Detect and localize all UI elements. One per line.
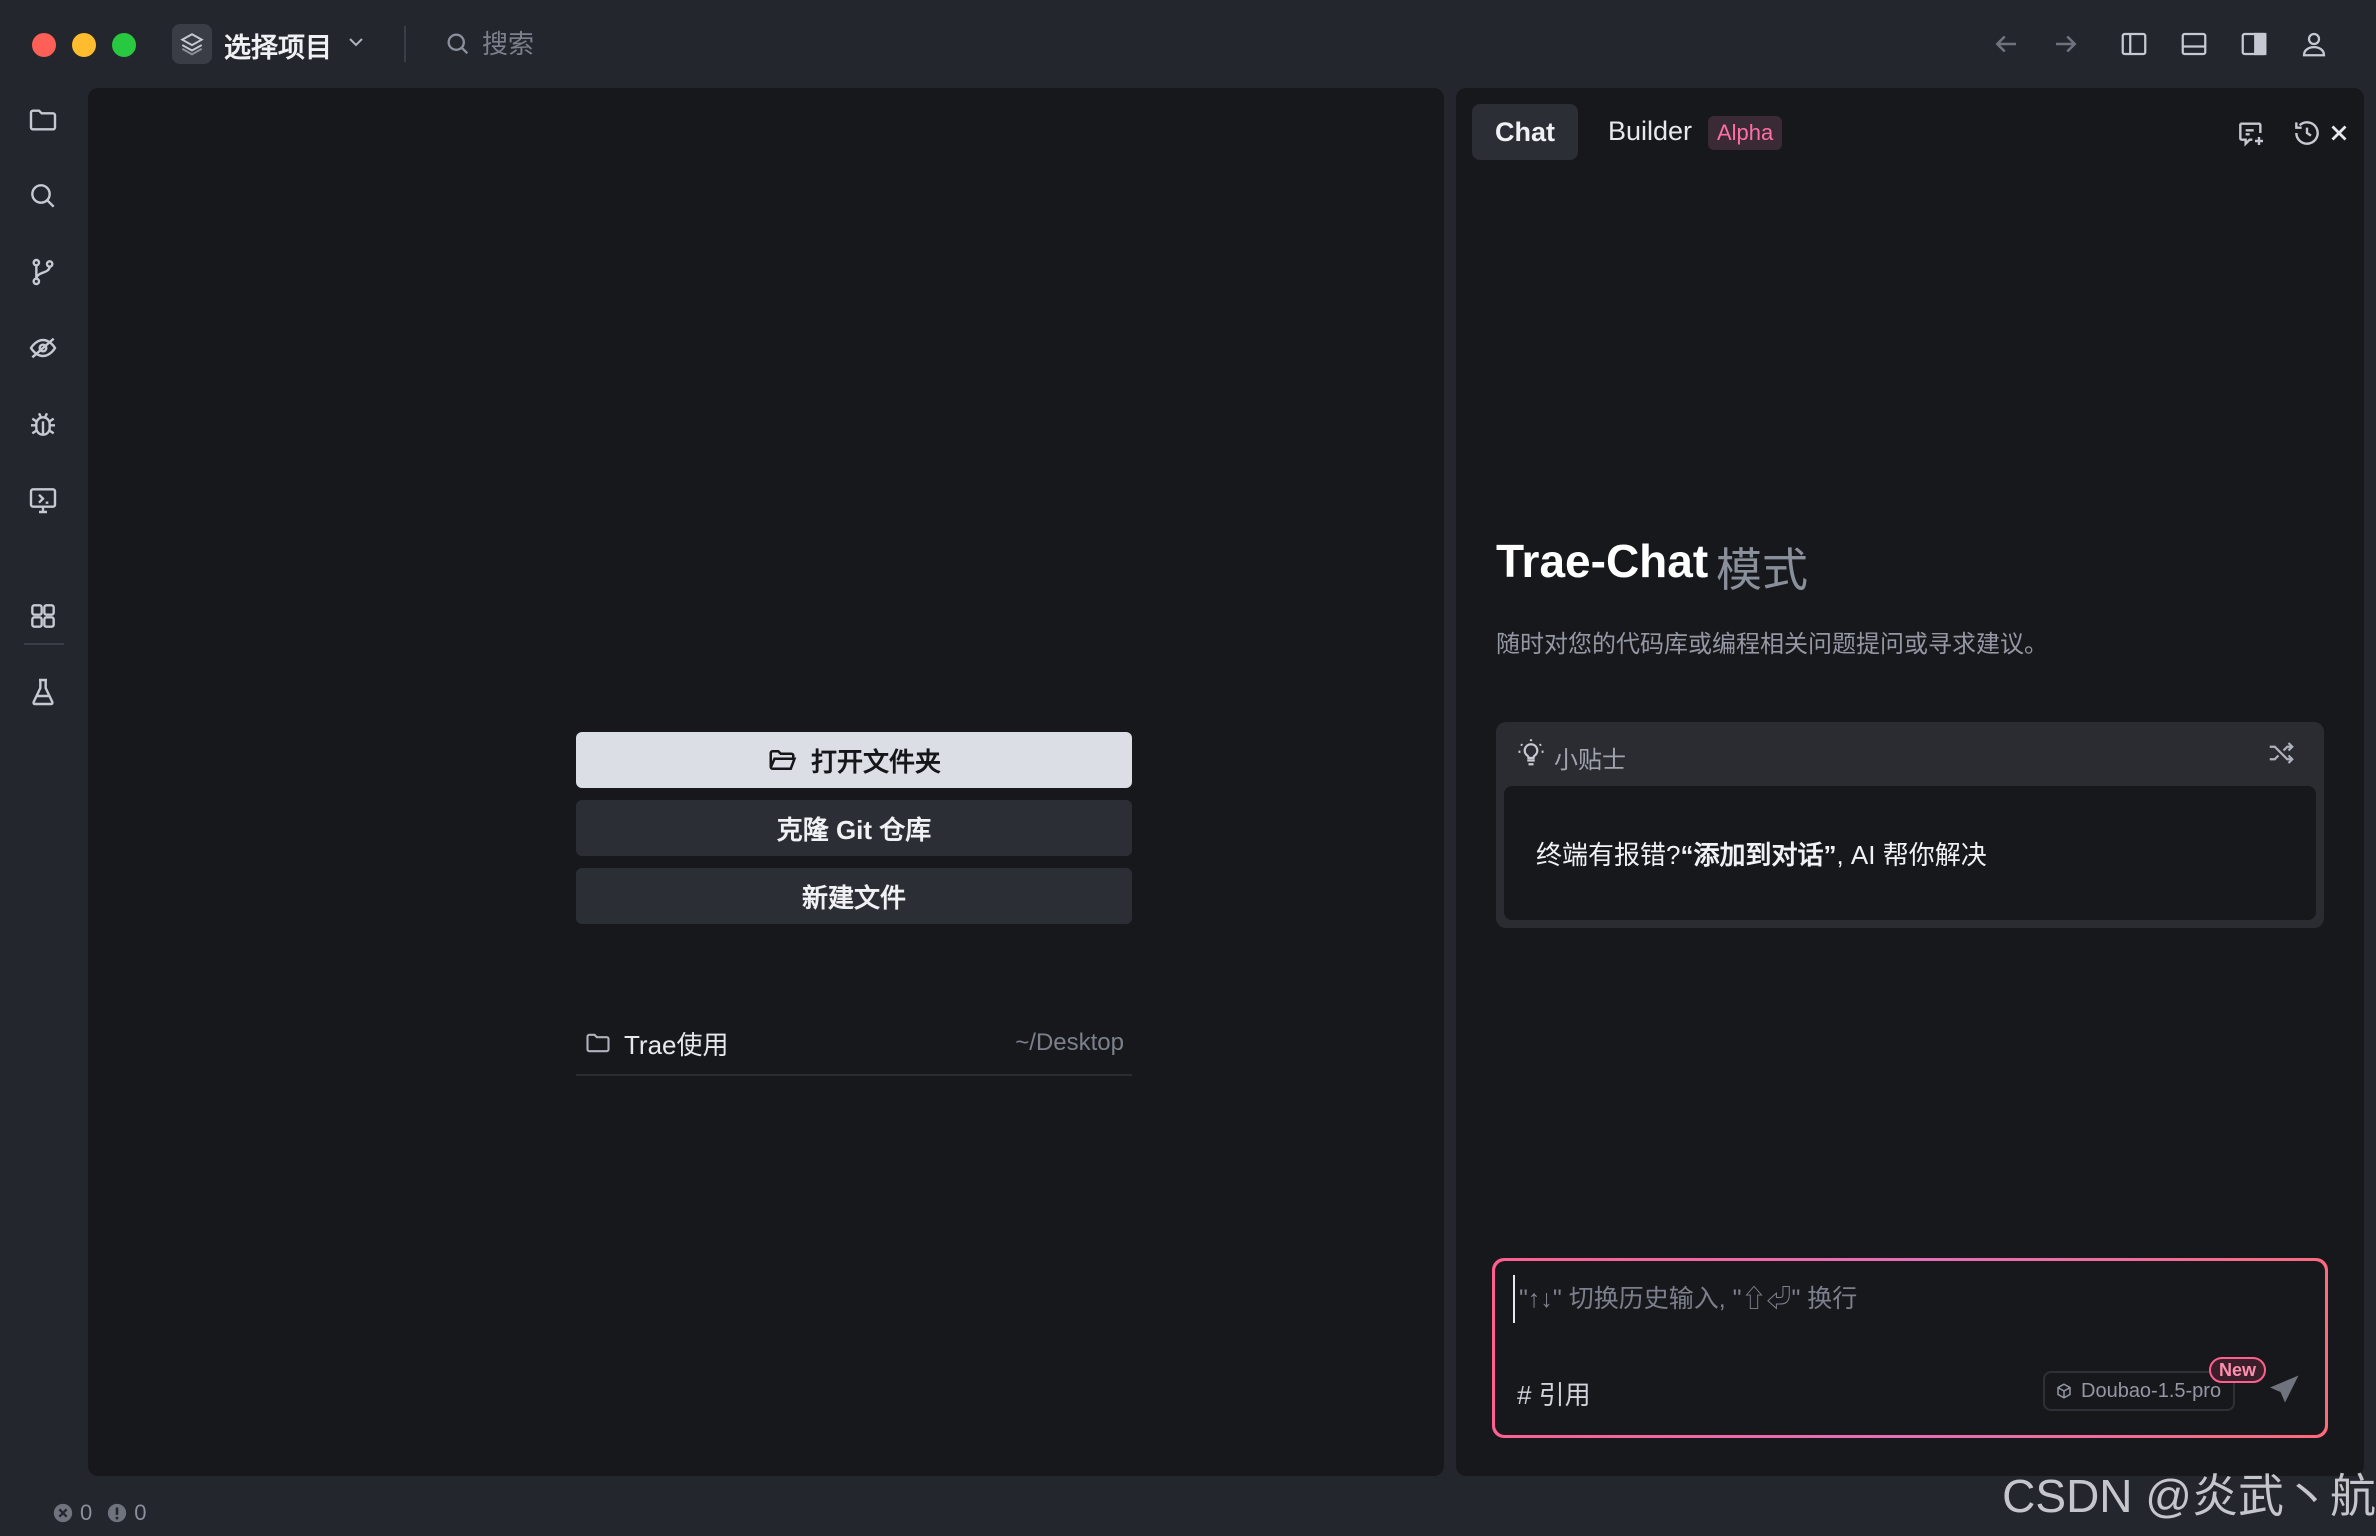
arrow-left-icon[interactable] xyxy=(1988,26,2024,62)
tab-chat[interactable]: Chat xyxy=(1472,104,1578,160)
chat-panel: Chat Builder Alpha Trae-Chat 模式 随时对您的代码库… xyxy=(1456,88,2364,1476)
problems-indicator[interactable]: 0 0 xyxy=(52,1500,147,1526)
close-icon[interactable] xyxy=(2320,114,2358,152)
tab-builder[interactable]: Builder xyxy=(1608,116,1692,147)
maximize-window-button[interactable] xyxy=(112,33,136,57)
tips-text-after: , AI 帮你解决 xyxy=(1836,839,1987,870)
chat-mode-title-suffix: 模式 xyxy=(1716,544,1808,596)
clone-git-label: 克隆 Git 仓库 xyxy=(776,814,932,845)
watermark: CSDN @炎武丶航 xyxy=(2002,1470,2376,1522)
chat-mode-description: 随时对您的代码库或编程相关问题提问或寻求建议。 xyxy=(1496,631,2048,658)
editor-welcome-panel: 打开文件夹 克隆 Git 仓库 新建文件 Trae使用 ~/Desktop xyxy=(88,88,1444,1476)
remote-eye-icon[interactable] xyxy=(23,328,63,368)
user-icon[interactable] xyxy=(2296,26,2332,62)
toggle-left-sidebar-icon[interactable] xyxy=(2116,26,2152,62)
arrow-right-icon[interactable] xyxy=(2048,26,2084,62)
recent-project-path: ~/Desktop xyxy=(1015,1029,1124,1056)
toggle-right-sidebar-icon[interactable] xyxy=(2236,26,2272,62)
open-folder-button[interactable]: 打开文件夹 xyxy=(576,732,1132,788)
alpha-badge: Alpha xyxy=(1708,116,1783,150)
open-folder-label: 打开文件夹 xyxy=(810,746,941,777)
testing-flask-icon[interactable] xyxy=(23,672,63,712)
close-window-button[interactable] xyxy=(32,33,56,57)
error-icon xyxy=(53,1503,73,1523)
extensions-grid-icon[interactable] xyxy=(23,596,63,636)
clone-git-button[interactable]: 克隆 Git 仓库 xyxy=(576,800,1132,856)
new-file-button[interactable]: 新建文件 xyxy=(576,868,1132,924)
folder-open-icon xyxy=(769,750,797,770)
tab-chat-label: Chat xyxy=(1495,116,1555,147)
reference-button[interactable]: # 引用 xyxy=(1517,1375,1591,1412)
tips-text-before: 终端有报错? xyxy=(1536,839,1681,870)
model-name: Doubao-1.5-pro xyxy=(2081,1379,2222,1402)
toggle-bottom-panel-icon[interactable] xyxy=(2176,26,2212,62)
tips-body: 终端有报错?“添加到对话”, AI 帮你解决 xyxy=(1504,786,2316,920)
remote-screen-icon[interactable] xyxy=(23,480,63,520)
tips-card: 小贴士 终端有报错?“添加到对话”, AI 帮你解决 xyxy=(1496,722,2324,928)
error-count: 0 xyxy=(80,1500,93,1525)
chat-mode-title: Trae-Chat xyxy=(1496,535,1709,587)
tips-header: 小贴士 xyxy=(1554,747,1626,774)
divider xyxy=(24,643,64,645)
explorer-folder-icon[interactable] xyxy=(23,100,63,140)
source-control-branch-icon[interactable] xyxy=(23,252,63,292)
new-chat-icon[interactable] xyxy=(2232,114,2270,152)
tips-text: 终端有报错?“添加到对话”, AI 帮你解决 xyxy=(1536,835,1987,872)
chat-input-box: # 引用 Doubao-1.5-pro New xyxy=(1492,1258,2328,1438)
search-icon[interactable] xyxy=(23,176,63,216)
search-icon xyxy=(444,30,472,58)
new-file-label: 新建文件 xyxy=(801,882,906,913)
lightbulb-icon xyxy=(1516,738,1546,768)
new-badge: New xyxy=(2209,1357,2267,1383)
minimize-window-button[interactable] xyxy=(72,33,96,57)
recent-project-name: Trae使用 xyxy=(624,1029,729,1060)
project-selector-label[interactable]: 选择项目 xyxy=(224,26,332,65)
folder-icon xyxy=(586,1033,610,1053)
status-bar: 0 0 CSDN @炎武丶航 xyxy=(0,1470,2376,1536)
shuffle-icon[interactable] xyxy=(2266,738,2296,768)
chat-input-inner: # 引用 Doubao-1.5-pro New xyxy=(1495,1261,2325,1435)
chevron-down-icon[interactable] xyxy=(344,30,368,54)
layers-icon[interactable] xyxy=(172,24,212,64)
warning-count: 0 xyxy=(134,1500,147,1525)
search-input[interactable] xyxy=(482,24,882,64)
tips-text-emphasis: “添加到对话” xyxy=(1680,839,1837,870)
model-selector[interactable]: Doubao-1.5-pro xyxy=(2043,1371,2236,1411)
send-icon[interactable] xyxy=(2267,1371,2303,1407)
title-bar: 选择项目 xyxy=(0,0,2376,88)
activity-bar xyxy=(0,88,86,1488)
chat-input[interactable] xyxy=(1513,1275,2303,1323)
divider xyxy=(404,26,406,62)
recent-project-item[interactable]: Trae使用 ~/Desktop xyxy=(576,1012,1132,1076)
debug-bug-icon[interactable] xyxy=(23,404,63,444)
warning-icon xyxy=(108,1503,127,1523)
cube-icon xyxy=(2057,1383,2071,1399)
